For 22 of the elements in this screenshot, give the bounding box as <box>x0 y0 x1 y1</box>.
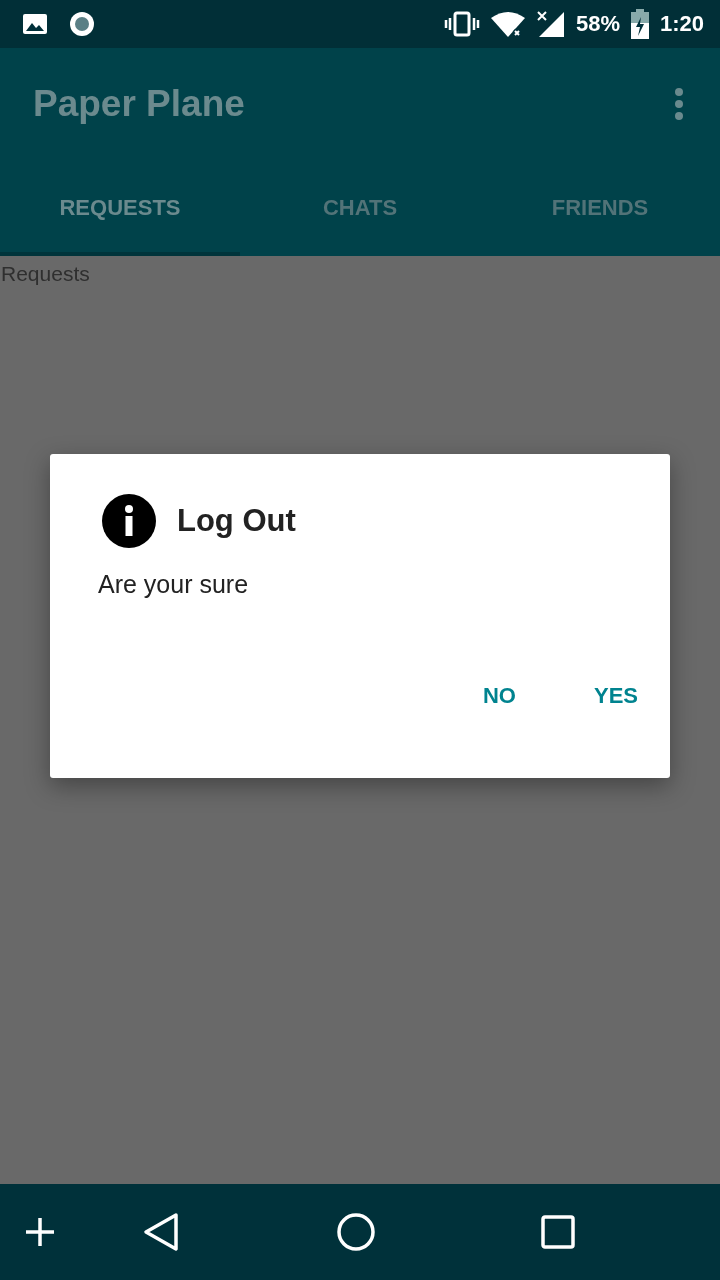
more-icon[interactable] <box>674 87 684 121</box>
tab[interactable]: CHATS <box>240 160 480 256</box>
info-icon <box>102 494 156 548</box>
home-icon[interactable] <box>337 1213 375 1251</box>
battery-percent: 58% <box>575 11 620 37</box>
image-icon <box>22 13 48 35</box>
dialog-title: Log Out <box>177 503 296 539</box>
battery-icon <box>629 9 650 39</box>
clock: 1:20 <box>659 11 704 37</box>
tab[interactable]: FRIENDS <box>480 160 720 256</box>
dialog-button[interactable]: YES <box>579 671 652 721</box>
plus-icon[interactable] <box>25 1217 55 1247</box>
back-icon[interactable] <box>143 1212 179 1252</box>
dialog-button[interactable]: NO <box>468 671 530 721</box>
vibrate-icon <box>443 11 480 37</box>
circle-icon <box>68 10 96 38</box>
section-label: Requests <box>1 262 90 286</box>
signal-icon <box>535 10 566 38</box>
dialog-message: Are your sure <box>98 570 250 599</box>
wifi-icon <box>489 10 526 38</box>
app-title: Paper Plane <box>33 83 245 125</box>
recents-icon[interactable] <box>541 1215 575 1249</box>
